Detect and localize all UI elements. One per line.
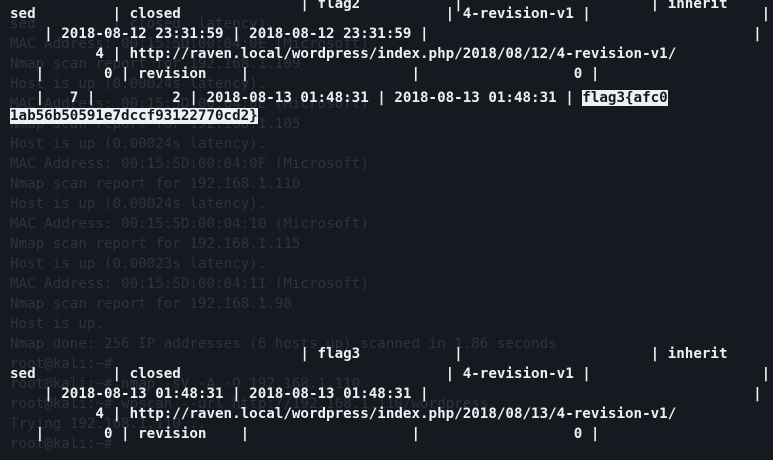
output-line: | 2018-08-12 23:31:59 | 2018-08-12 23:31… xyxy=(10,26,762,42)
output-line: sed | closed | 4-revision-v1 | | xyxy=(10,6,771,22)
output-line: 4 | http://raven.local/wordpress/index.p… xyxy=(10,46,677,62)
output-line: | 0 | revision | | 0 | xyxy=(10,426,600,442)
output-line: sed | closed | 4-revision-v1 | | xyxy=(10,366,771,382)
flag-row-prefix: | 7 | 2 | 2018-08-13 01:48:31 | 2018-08-… xyxy=(10,90,583,106)
ghost-line: MAC Address: 00:15:5D:00:04:10 (Microsof… xyxy=(10,216,369,232)
output-line: 4 | http://raven.local/wordpress/index.p… xyxy=(10,406,677,422)
output-line-flag-wrap: 1ab56b50591e7dccf93122770cd2} xyxy=(10,106,258,126)
flag3-highlight-part2[interactable]: 1ab56b50591e7dccf93122770cd2} xyxy=(10,108,258,124)
ghost-line: Host is up. xyxy=(10,316,104,332)
ghost-line: Nmap scan report for 192.168.1.98 xyxy=(10,296,292,312)
ghost-line: Nmap scan report for 192.168.1.115 xyxy=(10,236,301,252)
ghost-line: Host is up (0.00024s latency). xyxy=(10,196,267,212)
ghost-line: MAC Address: 00:15:5D:00:04:11 (Microsof… xyxy=(10,276,369,292)
output-line: | flag3 | | inherit | clo xyxy=(10,346,773,362)
flag3-highlight-part1[interactable]: flag3{afc0 xyxy=(582,90,668,106)
ghost-line: MAC Address: 00:15:5D:00:04:0F (Microsof… xyxy=(10,156,369,172)
ghost-line: Host is up (0.00023s latency). xyxy=(10,256,267,272)
output-line: | 2018-08-13 01:48:31 | 2018-08-13 01:48… xyxy=(10,386,762,402)
ghost-line: Nmap scan report for 192.168.1.110 xyxy=(10,176,301,192)
output-line-flag-row: | 7 | 2 | 2018-08-13 01:48:31 | 2018-08-… xyxy=(10,88,668,108)
ghost-line: Host is up (0.00024s latency). xyxy=(10,136,267,152)
output-line: | 0 | revision | | 0 | xyxy=(10,66,600,82)
terminal-window[interactable]: sed | closed latency). MAC Address: 00:1… xyxy=(0,0,773,460)
